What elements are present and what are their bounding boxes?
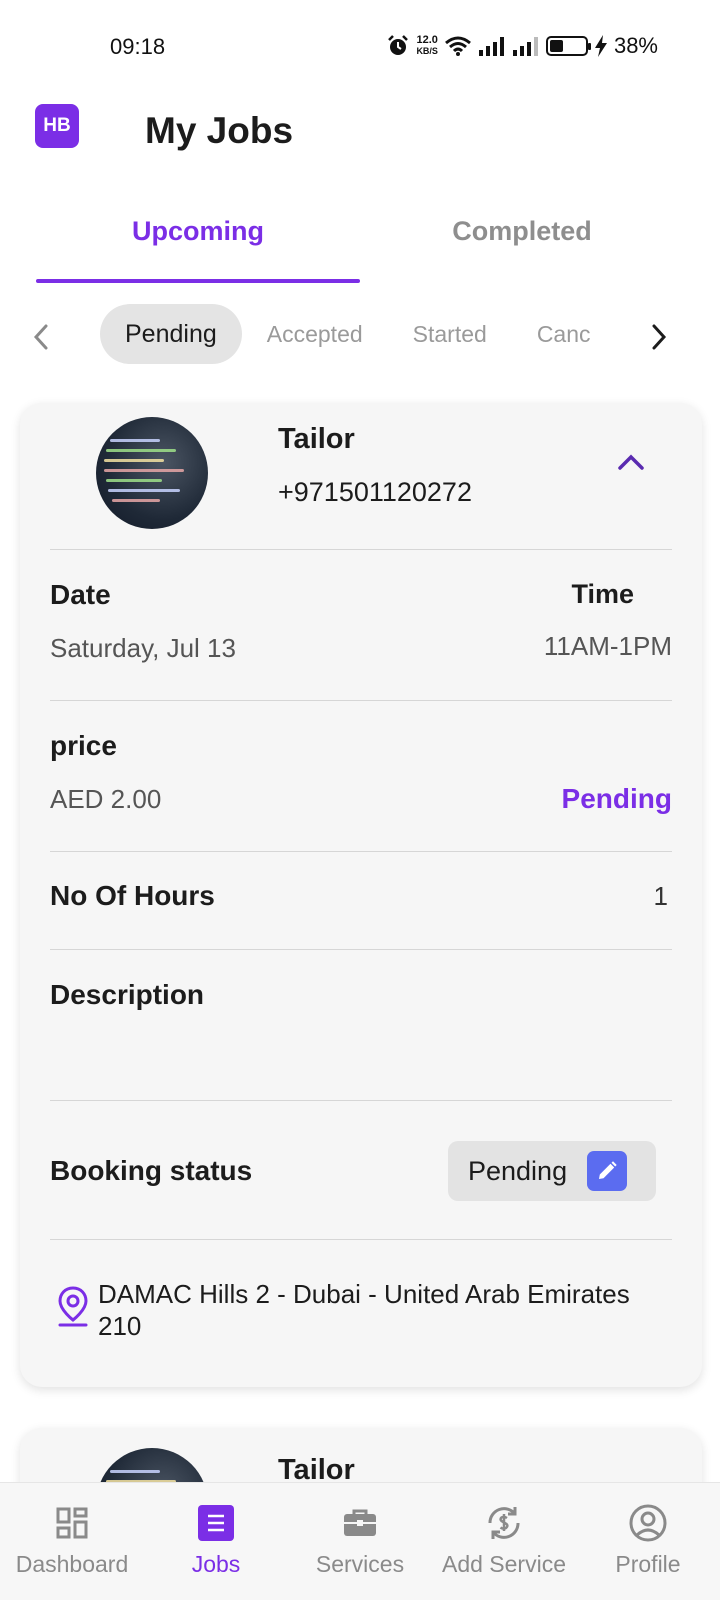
signal-icon [478,37,504,56]
tab-upcoming[interactable]: Upcoming [36,216,360,247]
filter-chip-cancelled[interactable]: Canc [512,304,616,364]
wifi-icon [444,36,471,56]
network-speed-value: 12.0 [416,34,438,46]
nav-dashboard-label: Dashboard [15,1551,129,1577]
description-label: Description [50,979,205,1010]
dashboard-icon [52,1503,92,1543]
network-speed: 12.0 KB/S [416,35,438,57]
job-address: DAMAC Hills 2 - Dubai - United Arab Emir… [98,1279,630,1341]
booking-status-button[interactable]: Pending [448,1141,656,1201]
nav-services-label: Services [315,1551,405,1577]
signal-icon-2 [512,37,538,56]
battery-percent: 38% [613,33,658,58]
nav-profile-label: Profile [615,1551,681,1577]
filter-chip-started[interactable]: Started [388,304,512,364]
add-service-icon [484,1503,524,1543]
job-card[interactable]: Tailor +971501120272 Date Saturday, Jul … [20,403,702,1387]
price-value: AED 2.00 [50,784,162,814]
tab-completed[interactable]: Completed [360,216,684,247]
service-name: Tailor [278,423,355,455]
divider [50,851,672,852]
network-speed-unit: KB/S [416,46,438,56]
status-icons: 12.0 KB/S 38% [386,33,658,59]
booking-status-value: Pending [468,1155,568,1186]
tab-indicator [36,279,360,283]
charging-icon [594,35,607,57]
chevron-left-icon[interactable] [28,320,54,354]
battery-icon [545,36,591,56]
price-status: Pending [561,783,672,814]
time-label: Time [571,579,634,609]
hours-value: 1 [653,881,668,911]
page-title: My Jobs [145,110,294,151]
profile-icon [628,1503,668,1543]
briefcase-icon [340,1503,380,1543]
location-pin-icon [56,1285,90,1327]
nav-profile[interactable]: Profile [576,1483,720,1600]
collapse-chevron-icon[interactable] [616,451,646,475]
edit-icon[interactable] [587,1151,628,1191]
divider [50,1100,672,1101]
booking-status-label: Booking status [50,1155,253,1186]
jobs-icon [196,1503,236,1543]
battery-level [549,40,563,52]
nav-services[interactable]: Services [288,1483,432,1600]
date-label: Date [50,579,111,610]
divider [50,949,672,950]
status-filter-row: Pending Accepted Started Canc [100,304,630,364]
service-avatar [96,417,208,529]
price-label: price [50,730,117,761]
chevron-right-icon[interactable] [646,320,672,354]
time-value: 11AM-1PM [543,631,672,661]
filter-chip-pending[interactable]: Pending [100,304,242,364]
nav-add-service[interactable]: Add Service [432,1483,576,1600]
divider [50,700,672,701]
hours-label: No Of Hours [50,880,215,911]
alarm-icon [388,35,409,55]
nav-jobs-label: Jobs [191,1551,241,1577]
customer-phone: +971501120272 [278,477,472,507]
bottom-navigation: Dashboard Jobs Services Add Service Prof… [0,1482,720,1600]
nav-jobs[interactable]: Jobs [144,1483,288,1600]
nav-dashboard[interactable]: Dashboard [0,1483,144,1600]
app-screen: 09:18 12.0 KB/S 38% HB My Jobs Upcoming … [0,0,720,1600]
date-value: Saturday, Jul 13 [50,633,236,663]
divider [50,1239,672,1240]
app-logo: HB [35,104,79,148]
nav-add-service-label: Add Service [441,1551,566,1577]
divider [50,549,672,550]
status-time: 09:18 [110,34,166,59]
filter-chip-accepted[interactable]: Accepted [242,304,388,364]
